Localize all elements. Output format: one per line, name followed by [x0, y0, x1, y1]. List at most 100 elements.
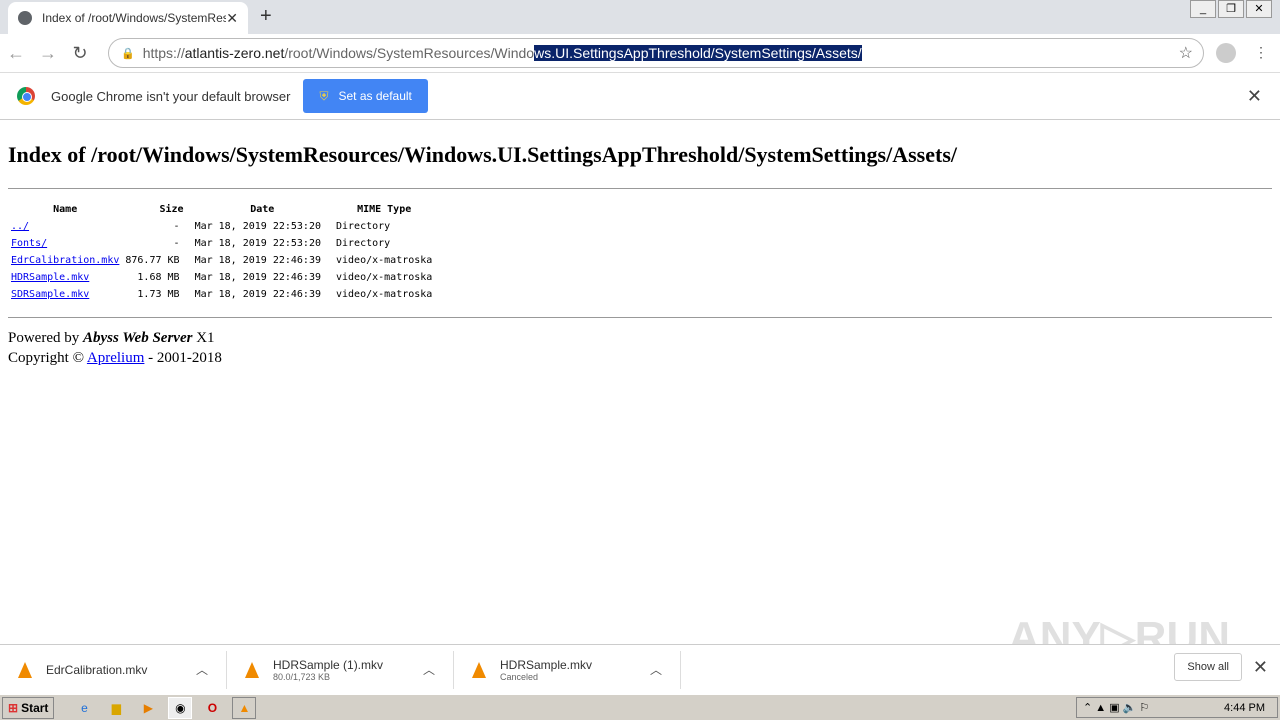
file-link[interactable]: SDRSample.mkv: [11, 289, 89, 300]
download-name: EdrCalibration.mkv: [46, 662, 148, 677]
tab-title: Index of /root/Windows/SystemResources/W…: [42, 11, 227, 25]
default-browser-infobar: Google Chrome isn't your default browser…: [0, 72, 1280, 120]
column-header: Size: [159, 204, 184, 215]
shield-icon: ⛨: [319, 88, 329, 103]
date-cell: Mar 18, 2019 22:53:20: [194, 238, 321, 249]
date-cell: Mar 18, 2019 22:46:39: [194, 255, 321, 266]
download-name: HDRSample.mkv: [500, 657, 593, 672]
page-content: Index of /root/Windows/SystemResources/W…: [8, 122, 1272, 368]
forward-button[interactable]: →: [32, 43, 64, 64]
address-bar[interactable]: 🔒 https://atlantis-zero.net/root/Windows…: [108, 38, 1204, 68]
tray-icons[interactable]: ⌃ ▲ ▣ 🔈 ⚐: [1077, 701, 1149, 714]
file-name-cell: ../: [8, 218, 122, 235]
divider: [8, 317, 1272, 318]
file-name-cell: SDRSample.mkv: [8, 286, 122, 303]
download-shelf-close-icon[interactable]: ✕: [1253, 657, 1268, 678]
table-row: EdrCalibration.mkv 876.77 KB Mar 18, 2019 …: [8, 252, 435, 269]
explorer-icon[interactable]: ▆: [104, 697, 128, 719]
new-tab-button[interactable]: +: [260, 5, 272, 28]
file-link[interactable]: HDRSample.mkv: [11, 272, 89, 283]
vlc-file-icon: [245, 661, 259, 678]
powered-text: Powered by: [8, 330, 83, 346]
size-cell: 1.68 MB: [137, 272, 180, 283]
url-path-selected: ws.UI.SettingsAppThreshold/SystemSetting…: [534, 45, 862, 61]
file-link[interactable]: Fonts/: [11, 238, 47, 249]
chrome-logo-icon: [17, 87, 35, 105]
size-cell: -: [173, 238, 180, 249]
chevron-up-icon[interactable]: ︿: [196, 661, 208, 678]
table-row: HDRSample.mkv 1.68 MB Mar 18, 2019 22:46:3…: [8, 269, 435, 286]
file-name-cell: Fonts/: [8, 235, 122, 252]
file-listing: Name Size Date MIME Type ../ - Mar 18, 2019 2…: [8, 201, 435, 303]
menu-icon[interactable]: ⋮: [1254, 44, 1268, 61]
chevron-up-icon[interactable]: ︿: [423, 661, 435, 678]
copyright-years: - 2001-2018: [144, 350, 222, 366]
vlc-file-icon: [472, 661, 486, 678]
download-status: Canceled: [500, 671, 539, 682]
show-all-button[interactable]: Show all: [1174, 653, 1242, 681]
infobar-message: Google Chrome isn't your default browser: [51, 88, 291, 104]
bookmark-star-icon[interactable]: ☆: [1179, 43, 1193, 63]
date-cell: Mar 18, 2019 22:46:39: [194, 272, 321, 283]
reload-button[interactable]: ↻: [64, 43, 96, 64]
chevron-up-icon[interactable]: ︿: [650, 661, 662, 678]
opera-icon[interactable]: O: [200, 697, 224, 719]
file-link[interactable]: ../: [11, 221, 29, 232]
taskbar: ⊞ Start e ▆ ▶ ◉ O ▲ ⌃ ▲ ▣ 🔈 ⚐ 4:44 PM: [0, 694, 1280, 720]
divider: [8, 188, 1272, 189]
minimize-button[interactable]: _: [1190, 0, 1216, 18]
download-name: HDRSample (1).mkv: [273, 657, 384, 672]
file-name-cell: EdrCalibration.mkv: [8, 252, 122, 269]
footer: Powered by Abyss Web Server X1 Copyright…: [8, 328, 1272, 368]
vlc-file-icon: [18, 661, 32, 678]
size-cell: 1.73 MB: [137, 289, 180, 300]
profile-avatar[interactable]: [1216, 43, 1236, 63]
mime-cell: Directory: [336, 221, 391, 232]
infobar-close-icon[interactable]: ✕: [1247, 86, 1262, 107]
mime-cell: video/x-matroska: [336, 272, 433, 283]
copyright-text: Copyright ©: [8, 350, 87, 366]
tab-close-icon[interactable]: ✕: [226, 10, 238, 27]
column-header: MIME Type: [357, 204, 412, 215]
download-item[interactable]: HDRSample (1).mkv 80.0/1,723 KB ︿: [227, 650, 454, 689]
column-header: Name: [53, 204, 78, 215]
table-row: SDRSample.mkv 1.73 MB Mar 18, 2019 22:46:3…: [8, 286, 435, 303]
download-item[interactable]: EdrCalibration.mkv ︿: [0, 650, 227, 689]
mime-cell: video/x-matroska: [336, 255, 433, 266]
lock-icon: 🔒: [121, 47, 135, 60]
download-item[interactable]: HDRSample.mkv Canceled ︿: [454, 650, 681, 689]
file-name-cell: HDRSample.mkv: [8, 269, 122, 286]
clock: 4:44 PM: [1224, 701, 1265, 714]
file-link[interactable]: EdrCalibration.mkv: [11, 255, 119, 266]
date-cell: Mar 18, 2019 22:46:39: [194, 289, 321, 300]
size-cell: 876.77 KB: [125, 255, 180, 266]
start-button[interactable]: ⊞ Start: [2, 696, 55, 719]
table-row: Fonts/ - Mar 18, 2019 22:53:20 Directory: [8, 235, 435, 252]
mime-cell: video/x-matroska: [336, 289, 433, 300]
globe-icon: [18, 11, 32, 25]
media-player-icon[interactable]: ▶: [136, 697, 160, 719]
url-host: atlantis-zero.net: [184, 45, 285, 61]
download-status: 80.0/1,723 KB: [273, 671, 331, 682]
vlc-icon[interactable]: ▲: [232, 696, 257, 719]
mime-cell: Directory: [336, 238, 391, 249]
url-scheme: https://: [142, 45, 185, 61]
aprelium-link[interactable]: Aprelium: [87, 350, 145, 366]
set-default-label: Set as default: [338, 89, 412, 103]
set-default-button[interactable]: ⛨ Set as default: [303, 79, 428, 113]
maximize-button[interactable]: ❐: [1218, 0, 1244, 18]
ie-icon[interactable]: e: [72, 697, 96, 719]
back-button[interactable]: ←: [0, 43, 32, 64]
page-title: Index of /root/Windows/SystemResources/W…: [8, 142, 957, 167]
download-shelf: EdrCalibration.mkv ︿ HDRSample (1).mkv 80.0…: [0, 644, 1280, 694]
size-cell: -: [173, 221, 180, 232]
chrome-taskbar-icon[interactable]: ◉: [168, 696, 193, 719]
tab-active[interactable]: Index of /root/Windows/SystemResources/W…: [8, 2, 248, 34]
windows-logo-icon: ⊞: [8, 700, 19, 715]
server-name: Abyss Web Server: [83, 330, 193, 346]
tab-bar: Index of /root/Windows/SystemResources/W…: [0, 0, 1280, 34]
close-window-button[interactable]: ✕: [1246, 0, 1272, 18]
system-tray: ⌃ ▲ ▣ 🔈 ⚐ 4:44 PM: [1076, 697, 1278, 718]
date-cell: Mar 18, 2019 22:53:20: [194, 221, 321, 232]
table-row: ../ - Mar 18, 2019 22:53:20 Directory: [8, 218, 435, 235]
